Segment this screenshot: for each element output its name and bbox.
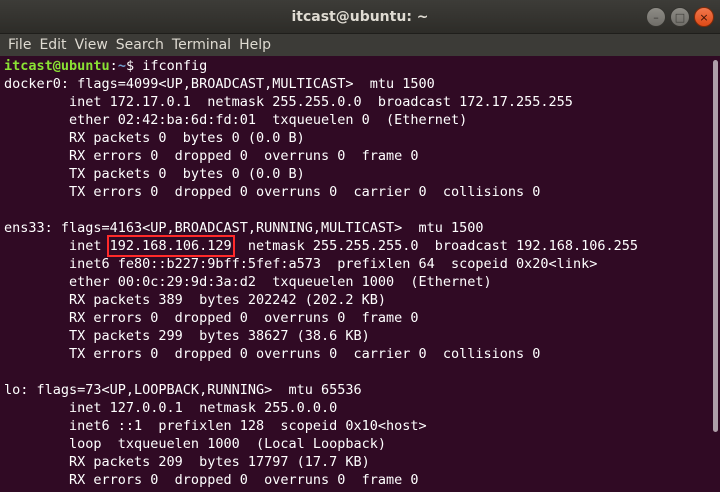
- maximize-button[interactable]: □: [670, 7, 690, 27]
- output-line: docker0: flags=4099<UP,BROADCAST,MULTICA…: [4, 76, 435, 92]
- menu-search[interactable]: Search: [112, 34, 168, 56]
- output-line: RX errors 0 dropped 0 overruns 0 frame 0: [4, 148, 419, 164]
- terminal-text: itcast@ubuntu:~$ ifconfig docker0: flags…: [0, 56, 710, 489]
- output-line: TX errors 0 dropped 0 overruns 0 carrier…: [4, 346, 541, 362]
- terminal-window: itcast@ubuntu: ~ – □ × File Edit View Se…: [0, 0, 720, 492]
- maximize-icon: □: [674, 10, 686, 24]
- minimize-icon: –: [653, 10, 659, 24]
- output-line: RX packets 209 bytes 17797 (17.7 KB): [4, 454, 370, 470]
- menu-help[interactable]: Help: [235, 34, 275, 56]
- prompt-command: ifconfig: [142, 58, 208, 74]
- output-line: inet6 ::1 prefixlen 128 scopeid 0x10<hos…: [4, 418, 427, 434]
- close-icon: ×: [699, 10, 709, 24]
- output-line: ether 02:42:ba:6d:fd:01 txqueuelen 0 (Et…: [4, 112, 468, 128]
- window-title: itcast@ubuntu: ~: [291, 9, 429, 25]
- vertical-scrollbar[interactable]: [710, 56, 720, 492]
- output-line: loop txqueuelen 1000 (Local Loopback): [4, 436, 387, 452]
- inet-details: netmask 255.255.255.0 broadcast 192.168.…: [231, 238, 638, 254]
- output-line: ens33: flags=4163<UP,BROADCAST,RUNNING,M…: [4, 220, 484, 236]
- output-line: inet 127.0.0.1 netmask 255.0.0.0: [4, 400, 338, 416]
- prompt-separator: :: [109, 58, 118, 74]
- output-line: RX errors 0 dropped 0 overruns 0 frame 0: [4, 472, 419, 488]
- output-line: lo: flags=73<UP,LOOPBACK,RUNNING> mtu 65…: [4, 382, 362, 398]
- output-line: TX packets 299 bytes 38627 (38.6 KB): [4, 328, 370, 344]
- scrollbar-thumb[interactable]: [713, 60, 718, 432]
- prompt-symbol: $: [125, 58, 143, 74]
- output-line: inet6 fe80::b227:9bff:5fef:a573 prefixle…: [4, 256, 598, 272]
- output-line: TX errors 0 dropped 0 overruns 0 carrier…: [4, 184, 541, 200]
- terminal-output[interactable]: itcast@ubuntu:~$ ifconfig docker0: flags…: [0, 56, 710, 492]
- output-line: TX packets 0 bytes 0 (0.0 B): [4, 166, 305, 182]
- highlighted-ip-address: 192.168.106.129: [106, 235, 235, 257]
- prompt-user: itcast@ubuntu: [4, 58, 110, 74]
- output-line: ether 00:0c:29:9d:3a:d2 txqueuelen 1000 …: [4, 274, 492, 290]
- title-bar[interactable]: itcast@ubuntu: ~ – □ ×: [0, 0, 720, 34]
- window-controls: – □ ×: [646, 7, 714, 27]
- output-line: RX packets 0 bytes 0 (0.0 B): [4, 130, 305, 146]
- output-line-inet-ens33: inet 192.168.106.129 netmask 255.255.255…: [4, 235, 638, 257]
- prompt-line: itcast@ubuntu:~$ ifconfig: [4, 58, 207, 74]
- output-line: RX packets 389 bytes 202242 (202.2 KB): [4, 292, 387, 308]
- command-output: docker0: flags=4099<UP,BROADCAST,MULTICA…: [4, 76, 638, 488]
- output-line: inet 172.17.0.1 netmask 255.255.0.0 broa…: [4, 94, 573, 110]
- menu-terminal[interactable]: Terminal: [168, 34, 235, 56]
- menu-view[interactable]: View: [71, 34, 112, 56]
- prompt-path: ~: [117, 58, 126, 74]
- close-button[interactable]: ×: [694, 7, 714, 27]
- menu-file[interactable]: File: [4, 34, 35, 56]
- menu-edit[interactable]: Edit: [35, 34, 70, 56]
- inet-label: inet: [4, 238, 110, 254]
- output-line: RX errors 0 dropped 0 overruns 0 frame 0: [4, 310, 419, 326]
- minimize-button[interactable]: –: [646, 7, 666, 27]
- menu-bar: File Edit View Search Terminal Help: [0, 34, 720, 56]
